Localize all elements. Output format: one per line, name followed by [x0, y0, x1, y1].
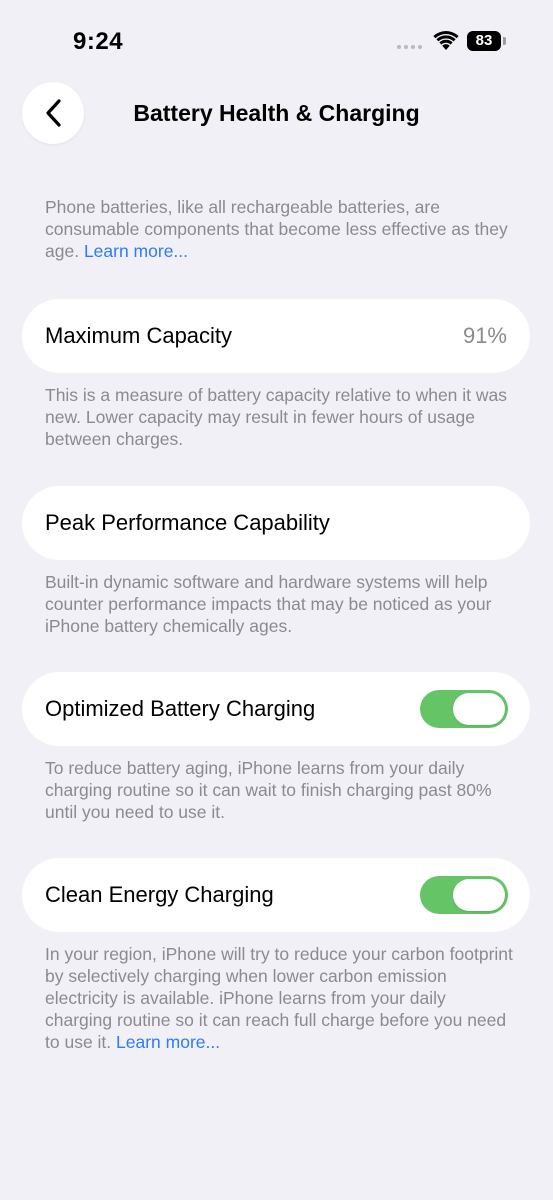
- optimized-charging-row: Optimized Battery Charging: [22, 672, 530, 746]
- learn-more-link[interactable]: Learn more...: [116, 1032, 220, 1052]
- intro-text: Phone batteries, like all rechargeable b…: [45, 196, 515, 262]
- clean-energy-label: Clean Energy Charging: [45, 882, 274, 907]
- toggle-knob: [453, 693, 505, 725]
- maximum-capacity-footnote: This is a measure of battery capacity re…: [45, 385, 508, 449]
- maximum-capacity-row: Maximum Capacity 91%: [22, 299, 530, 373]
- optimized-charging-footnote: To reduce battery aging, iPhone learns f…: [45, 758, 492, 822]
- peak-performance-row: Peak Performance Capability: [22, 486, 530, 560]
- battery-level: 83: [467, 31, 501, 51]
- status-bar: 9:24 83: [0, 0, 553, 80]
- clean-energy-toggle[interactable]: [420, 876, 508, 914]
- peak-performance-label: Peak Performance Capability: [45, 510, 330, 535]
- cellular-signal-icon: [397, 45, 422, 49]
- battery-icon: 83: [467, 31, 507, 51]
- maximum-capacity-value: 91%: [462, 323, 507, 348]
- clean-energy-footnote: In your region, iPhone will try to reduc…: [45, 943, 515, 1053]
- learn-more-link[interactable]: Learn more...: [84, 241, 188, 261]
- peak-performance-footnote: Built-in dynamic software and hardware s…: [45, 572, 492, 636]
- wifi-icon: [433, 31, 459, 50]
- optimized-charging-toggle[interactable]: [420, 690, 508, 728]
- clean-energy-row: Clean Energy Charging: [22, 858, 530, 932]
- status-time: 9:24: [73, 28, 124, 55]
- toggle-knob: [453, 879, 505, 911]
- optimized-charging-label: Optimized Battery Charging: [45, 696, 316, 721]
- maximum-capacity-label: Maximum Capacity: [45, 323, 233, 348]
- page-title: Battery Health & Charging: [133, 100, 420, 126]
